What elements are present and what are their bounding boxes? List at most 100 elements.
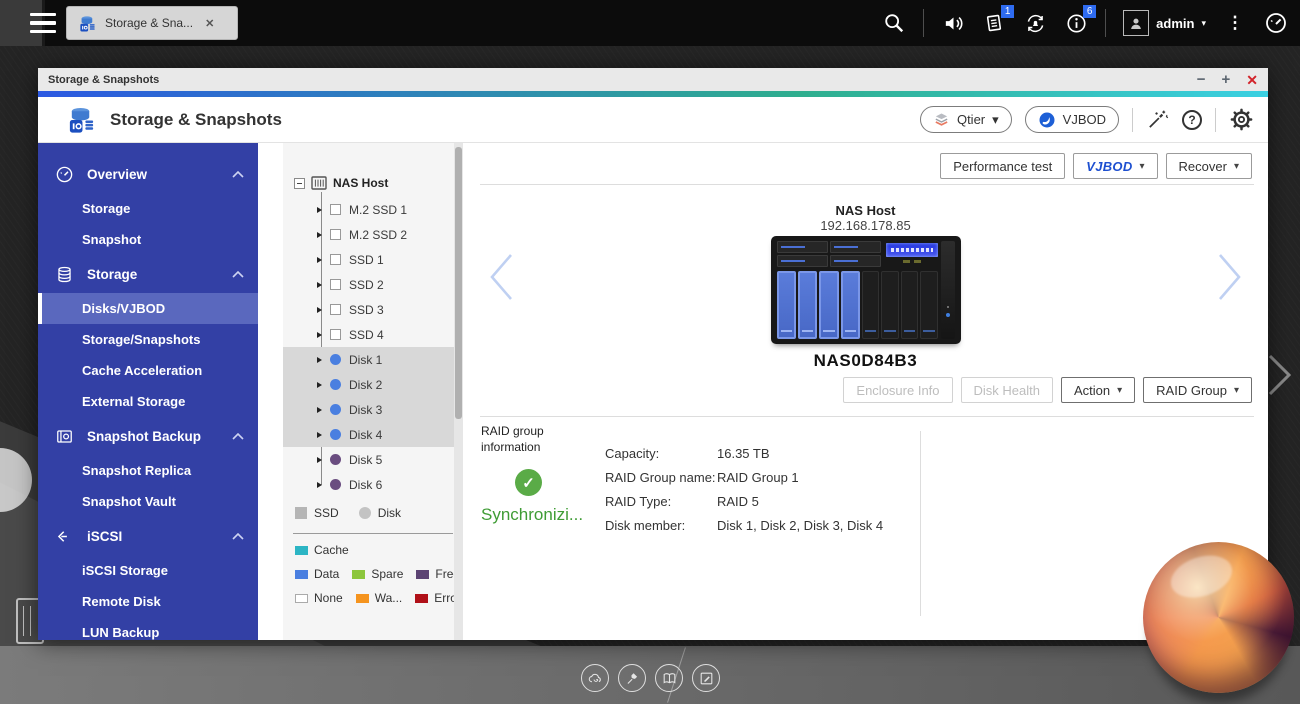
collapse-icon[interactable] — [294, 178, 305, 189]
tree-node-ssd4[interactable]: SSD 4 — [283, 322, 463, 347]
tree-node-ssd2[interactable]: SSD 2 — [283, 272, 463, 297]
disk-health-button[interactable]: Disk Health — [961, 377, 1053, 403]
tree-node-disk3[interactable]: Disk 3 — [283, 397, 463, 422]
recover-dropdown-button[interactable]: Recover▾ — [1166, 153, 1252, 179]
volume-icon[interactable] — [941, 11, 965, 35]
chevron-down-icon: ▾ — [1201, 18, 1206, 29]
sidebar-item-snapshot-replica[interactable]: Snapshot Replica — [38, 455, 258, 486]
vjbod-dropdown-button[interactable]: VJBOD▾ — [1073, 153, 1157, 179]
close-icon[interactable]: ✕ — [1246, 73, 1258, 87]
scrollbar-track[interactable] — [454, 143, 463, 640]
tree-node-ssd1[interactable]: SSD 1 — [283, 247, 463, 272]
chevron-up-icon — [232, 171, 244, 178]
qtier-button[interactable]: Qtier ▾ — [920, 106, 1012, 133]
sidebar-item-snapshot-overview[interactable]: Snapshot — [38, 224, 258, 255]
enclosure-info-button[interactable]: Enclosure Info — [843, 377, 952, 403]
device-action-row: Enclosure Info Disk Health Action▾ RAID … — [843, 377, 1252, 403]
expand-arrow-icon[interactable] — [317, 407, 322, 413]
vjbod-button[interactable]: VJBOD — [1025, 106, 1119, 133]
expand-arrow-icon[interactable] — [317, 332, 322, 338]
settings-gear-icon[interactable] — [1229, 107, 1254, 132]
window-titlebar[interactable]: Storage & Snapshots − + ✕ — [38, 68, 1268, 91]
expand-arrow-icon[interactable] — [317, 382, 322, 388]
nas-enclosure-icon — [311, 176, 327, 190]
iscsi-arrow-icon — [55, 527, 74, 546]
expand-arrow-icon[interactable] — [317, 457, 322, 463]
tree-node-disk4[interactable]: Disk 4 — [283, 422, 463, 447]
sidebar-item-remote-disk[interactable]: Remote Disk — [38, 586, 258, 617]
disk-status-marker — [330, 304, 341, 315]
sidebar-item-storage-overview[interactable]: Storage — [38, 193, 258, 224]
tree-node-disk2[interactable]: Disk 2 — [283, 372, 463, 397]
tree-node-disk5[interactable]: Disk 5 — [283, 447, 463, 472]
help-icon[interactable]: ? — [1182, 110, 1202, 130]
snapshot-camera-icon — [55, 427, 74, 446]
sidebar-item-cache-acceleration[interactable]: Cache Acceleration — [38, 355, 258, 386]
wizard-wand-icon[interactable] — [1146, 108, 1169, 131]
divider — [1132, 108, 1133, 132]
expand-arrow-icon[interactable] — [317, 432, 322, 438]
watermark-orb-logo — [1143, 542, 1294, 693]
free-swatch — [416, 570, 429, 579]
divider — [480, 184, 1254, 185]
sidebar-item-disks-vjbod[interactable]: Disks/VJBOD — [38, 293, 258, 324]
sidebar-item-iscsi-storage[interactable]: iSCSI Storage — [38, 555, 258, 586]
expand-arrow-icon[interactable] — [317, 232, 322, 238]
sidebar-section-iscsi[interactable]: iSCSI — [38, 517, 258, 555]
feedback-note-icon[interactable] — [692, 664, 720, 692]
tab-close-icon[interactable]: ✕ — [205, 17, 214, 30]
search-icon[interactable] — [882, 11, 906, 35]
tree-node-disk6[interactable]: Disk 6 — [283, 472, 463, 497]
ssd-shape-icon — [295, 507, 307, 519]
action-dropdown-button[interactable]: Action▾ — [1061, 377, 1135, 403]
notifications-icon[interactable]: 6 — [1064, 11, 1088, 35]
tree-node-ssd3[interactable]: SSD 3 — [283, 297, 463, 322]
scrollbar-thumb[interactable] — [455, 147, 462, 419]
sidebar-section-overview[interactable]: Overview — [38, 155, 258, 193]
tree-node-m2ssd1[interactable]: M.2 SSD 1 — [283, 197, 463, 222]
tree-node-m2ssd2[interactable]: M.2 SSD 2 — [283, 222, 463, 247]
expand-arrow-icon[interactable] — [317, 282, 322, 288]
tree-children: M.2 SSD 1 M.2 SSD 2 SSD 1 SSD 2 SSD 3 SS… — [283, 197, 463, 497]
user-menu[interactable]: admin ▾ — [1123, 10, 1206, 36]
expand-arrow-icon[interactable] — [317, 257, 322, 263]
desktop-next-arrow-icon[interactable] — [1264, 352, 1294, 398]
dashboard-gauge-icon[interactable] — [1264, 11, 1288, 35]
minimize-icon[interactable]: − — [1197, 72, 1206, 87]
expand-arrow-icon[interactable] — [317, 357, 322, 363]
tools-hammer-icon[interactable] — [618, 664, 646, 692]
expand-arrow-icon[interactable] — [317, 307, 322, 313]
sidebar-item-storage-snapshots[interactable]: Storage/Snapshots — [38, 324, 258, 355]
topbar: Storage & Sna... ✕ 1 6 — [0, 0, 1300, 46]
sidebar-item-lun-backup[interactable]: LUN Backup — [38, 617, 258, 640]
event-logs-icon[interactable]: 1 — [982, 11, 1006, 35]
cloud-sync-icon[interactable] — [581, 664, 609, 692]
background-tasks-icon[interactable] — [1023, 11, 1047, 35]
sidebar-section-storage[interactable]: Storage — [38, 255, 258, 293]
manual-book-icon[interactable] — [655, 664, 683, 692]
qtier-label: Qtier — [957, 112, 985, 127]
expand-arrow-icon[interactable] — [317, 207, 322, 213]
tab-storage-snapshots[interactable]: Storage & Sna... ✕ — [66, 6, 238, 40]
tree-node-disk1[interactable]: Disk 1 — [283, 347, 463, 372]
main-menu-button[interactable] — [30, 13, 56, 33]
sidebar-section-snapshot-backup[interactable]: Snapshot Backup — [38, 417, 258, 455]
info-value: RAID Group 1 — [717, 470, 883, 485]
disk-status-marker — [330, 254, 341, 265]
expand-arrow-icon[interactable] — [317, 482, 322, 488]
maximize-icon[interactable]: + — [1222, 72, 1231, 87]
disk-status-marker — [330, 279, 341, 290]
info-value: 16.35 TB — [717, 446, 883, 461]
tab-label: Storage & Sna... — [105, 16, 193, 30]
tree-node-nas-host[interactable]: NAS Host — [283, 173, 463, 197]
vjbod-icon — [1038, 111, 1056, 129]
raid-group-dropdown-button[interactable]: RAID Group▾ — [1143, 377, 1252, 403]
bay-disk5 — [862, 271, 879, 339]
sidebar-item-snapshot-vault[interactable]: Snapshot Vault — [38, 486, 258, 517]
spare-swatch — [352, 570, 365, 579]
more-options-icon[interactable]: ⋮ — [1223, 11, 1247, 35]
enclosure-view[interactable]: NAS Host 192.168.178.85 — [463, 203, 1268, 371]
performance-test-button[interactable]: Performance test — [940, 153, 1065, 179]
bay-disk8 — [920, 271, 937, 339]
sidebar-item-external-storage[interactable]: External Storage — [38, 386, 258, 417]
